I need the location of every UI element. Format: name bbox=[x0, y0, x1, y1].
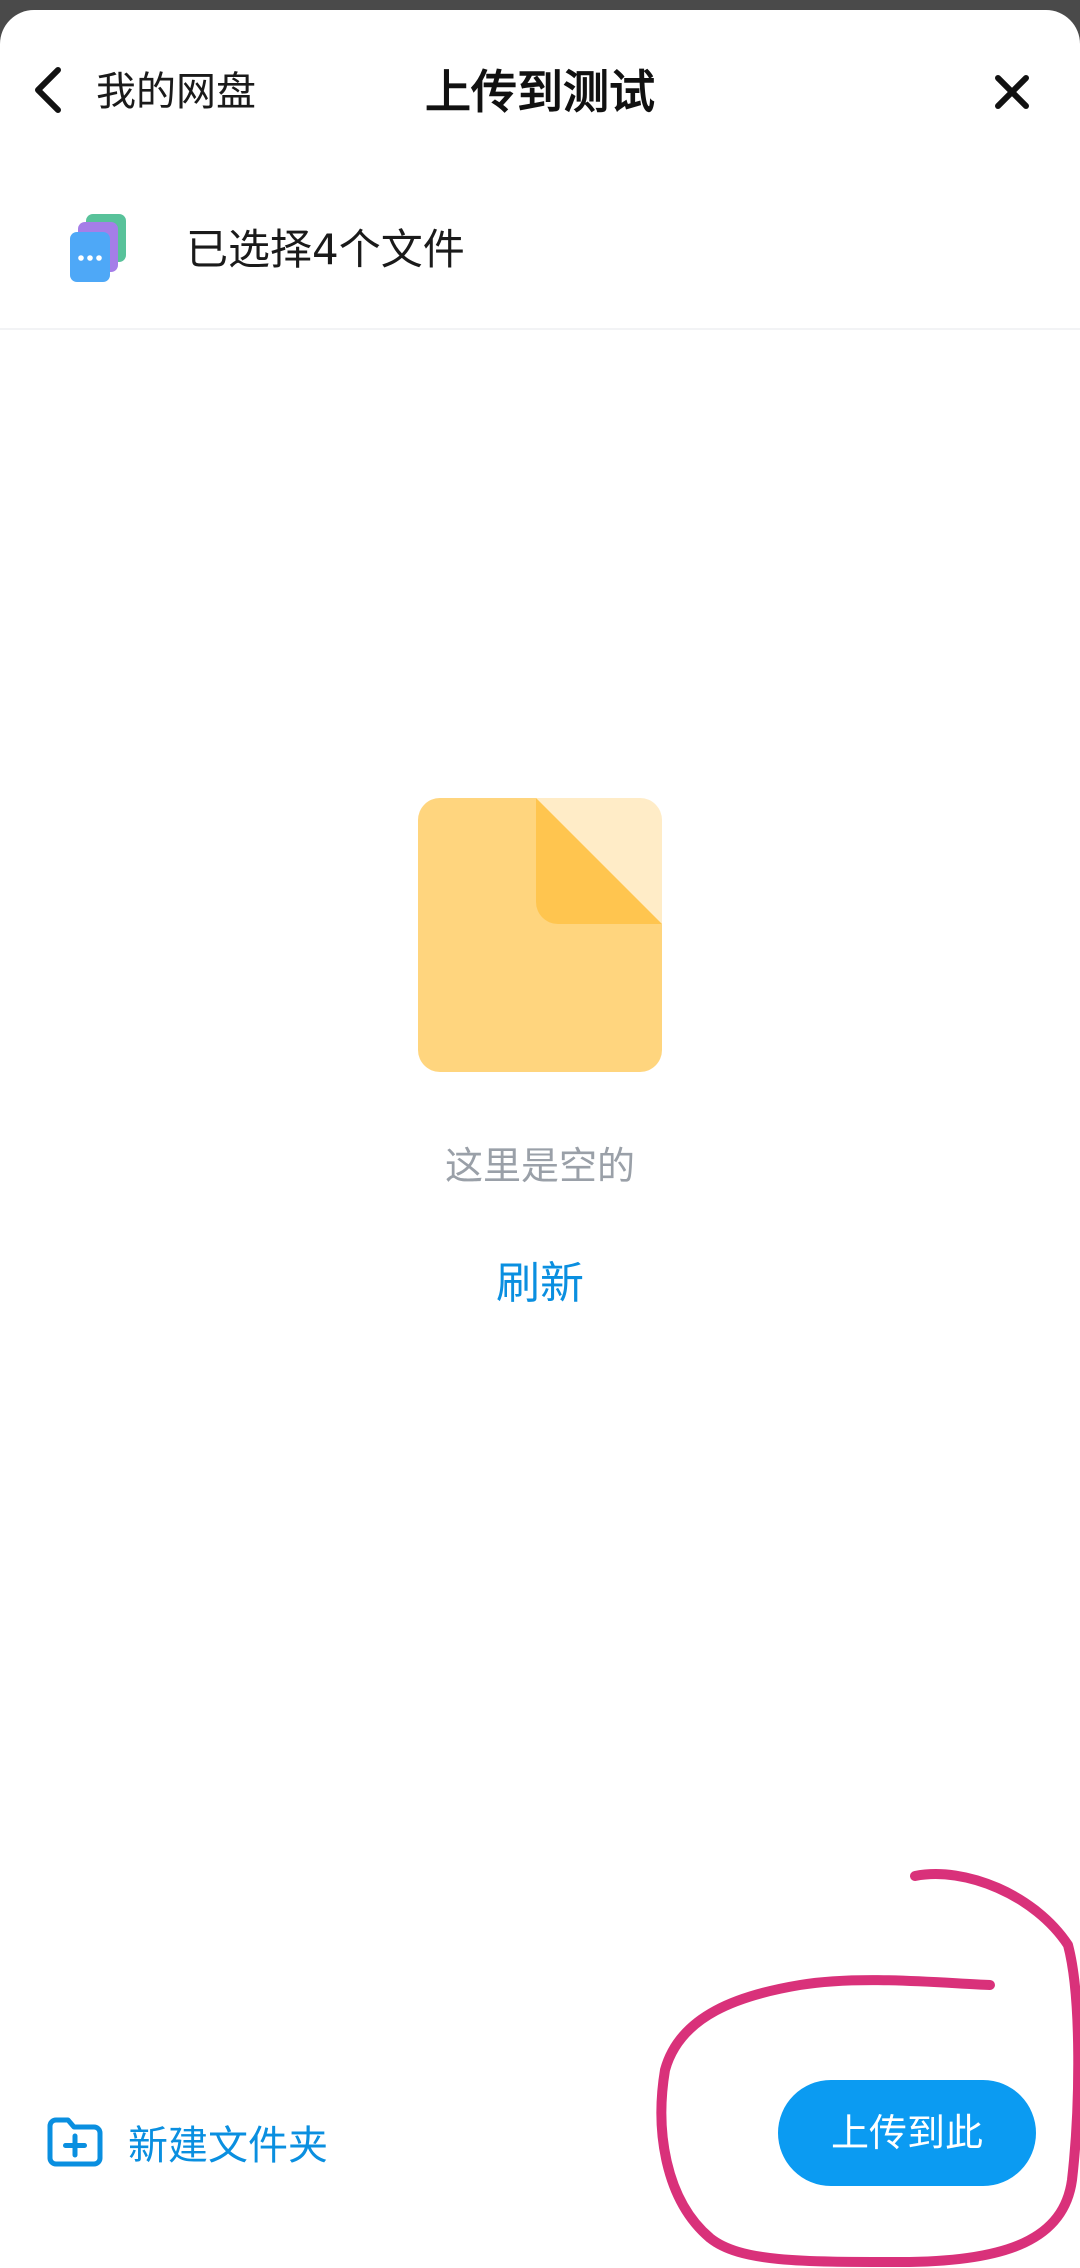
selected-files-text: 已选择4个文件 bbox=[186, 225, 465, 274]
close-button[interactable] bbox=[976, 60, 1048, 124]
chevron-left-icon bbox=[35, 67, 61, 113]
refresh-link[interactable]: 刷新 bbox=[440, 1248, 640, 1320]
stacked-files-icon bbox=[70, 214, 126, 282]
folder-plus-icon bbox=[47, 2117, 103, 2167]
upload-sheet: 我的网盘 上传到测试 已选择4个文件 这里是空的 刷新 新建文件夹 上传到此 bbox=[0, 10, 1080, 2268]
empty-document-icon bbox=[418, 798, 662, 1072]
new-folder-button[interactable]: 新建文件夹 bbox=[44, 2102, 404, 2182]
new-folder-label: 新建文件夹 bbox=[128, 2123, 328, 2169]
header: 我的网盘 上传到测试 bbox=[0, 10, 1080, 160]
empty-message: 这里是空的 bbox=[444, 1144, 635, 1188]
close-icon bbox=[995, 75, 1029, 109]
back-label[interactable]: 我的网盘 bbox=[96, 62, 256, 122]
upload-here-button[interactable]: 上传到此 bbox=[778, 2080, 1036, 2186]
selected-files-bar: 已选择4个文件 bbox=[0, 160, 1080, 330]
back-button[interactable] bbox=[18, 50, 78, 130]
